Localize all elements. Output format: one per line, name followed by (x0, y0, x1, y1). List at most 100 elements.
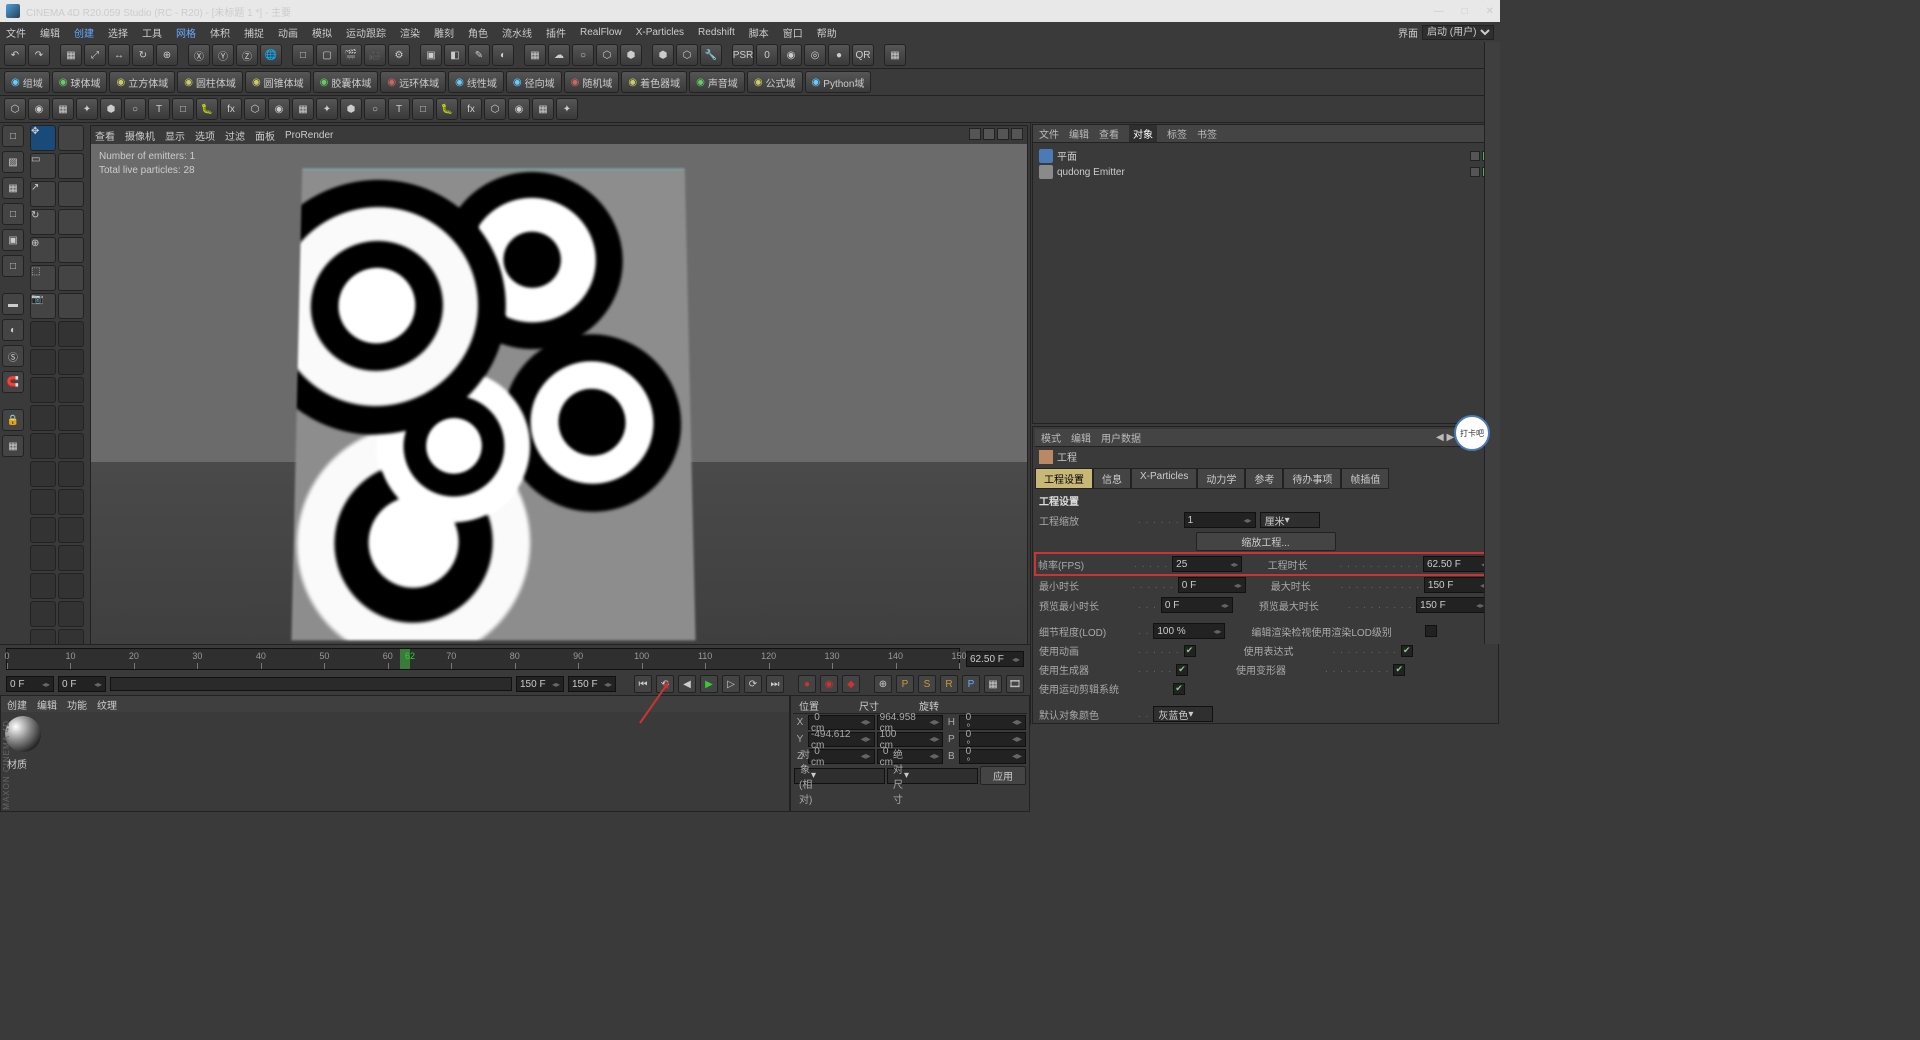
attr-menu[interactable]: 编辑 (1071, 430, 1091, 445)
obj-tab[interactable]: 编辑 (1069, 126, 1089, 141)
toolbar-icon[interactable]: 🎥 (364, 44, 386, 66)
tool-slot[interactable] (58, 573, 84, 599)
tool-button[interactable]: ↻ (30, 209, 56, 235)
tool-slot[interactable] (58, 489, 84, 515)
mode-button[interactable]: 🧲 (2, 371, 24, 393)
tool-slot[interactable] (30, 573, 56, 599)
menu-帮助[interactable]: 帮助 (817, 25, 837, 40)
clip-button[interactable]: 🎞 (1006, 675, 1024, 693)
prev-frame-button[interactable]: ◀ (678, 675, 696, 693)
toolbar-icon[interactable]: ○ (572, 44, 594, 66)
menu-窗口[interactable]: 窗口 (783, 25, 803, 40)
tool-icon[interactable]: □ (172, 98, 194, 120)
side-tabstrip[interactable] (1484, 42, 1500, 644)
toolbar-icon[interactable]: 🎬 (340, 44, 362, 66)
tool-button[interactable]: ⊕ (30, 237, 56, 263)
attr-tab[interactable]: X-Particles (1131, 468, 1197, 489)
tool-slot[interactable] (58, 461, 84, 487)
key-button[interactable]: ◆ (842, 675, 860, 693)
next-key-button[interactable]: ⟳ (744, 675, 762, 693)
tool-button-alt[interactable] (58, 293, 84, 319)
tool-button[interactable]: 📷 (30, 293, 56, 319)
tool-slot[interactable] (30, 377, 56, 403)
expr-check[interactable]: ✔ (1401, 645, 1413, 657)
tool-button-alt[interactable] (58, 265, 84, 291)
mode-button[interactable]: 🔒 (2, 409, 24, 431)
field-button[interactable]: ◉径向域 (506, 71, 562, 93)
coord-apply-button[interactable]: 应用 (980, 766, 1026, 785)
menu-文件[interactable]: 文件 (6, 25, 26, 40)
toolbar-icon[interactable]: ◧ (444, 44, 466, 66)
anim-check[interactable]: ✔ (1184, 645, 1196, 657)
field-button[interactable]: ◉着色器域 (621, 71, 687, 93)
record-button[interactable]: ● (798, 675, 816, 693)
tl-start[interactable]: 0 F◂▸ (6, 676, 54, 692)
attr-tab[interactable]: 动力学 (1197, 468, 1245, 489)
toolbar-icon[interactable]: ◉ (780, 44, 802, 66)
toolbar-icon[interactable]: ⬢ (652, 44, 674, 66)
field-button[interactable]: ◉线性域 (448, 71, 504, 93)
obj-tab[interactable]: 标签 (1167, 126, 1187, 141)
menu-雕刻[interactable]: 雕刻 (434, 25, 454, 40)
vp-tab[interactable]: 选项 (195, 128, 215, 143)
vp-tab[interactable]: 过滤 (225, 128, 245, 143)
menu-创建[interactable]: 创建 (74, 25, 94, 40)
menu-体积[interactable]: 体积 (210, 25, 230, 40)
scale-unit[interactable]: 厘米 ▾ (1260, 512, 1320, 528)
timeline-cur[interactable]: 62.50 F◂▸ (966, 651, 1024, 667)
tool-slot[interactable] (30, 349, 56, 375)
obj-tab[interactable]: 对象 (1129, 125, 1157, 142)
tool-icon[interactable]: ◉ (28, 98, 50, 120)
toolbar-icon[interactable]: □ (292, 44, 314, 66)
keysel-button[interactable]: ⊕ (874, 675, 892, 693)
toolbar-icon[interactable]: ▦ (524, 44, 546, 66)
toolbar-icon[interactable]: ⬢ (620, 44, 642, 66)
tool-slot[interactable] (30, 433, 56, 459)
toolbar-icon[interactable]: ▣ (420, 44, 442, 66)
lod-render-check[interactable] (1425, 625, 1437, 637)
tool-button-alt[interactable] (58, 181, 84, 207)
menu-RealFlow[interactable]: RealFlow (580, 27, 622, 38)
goto-end-button[interactable]: ⏭ (766, 675, 784, 693)
tool-icon[interactable]: T (388, 98, 410, 120)
tool-slot[interactable] (58, 405, 84, 431)
menu-插件[interactable]: 插件 (546, 25, 566, 40)
tool-icon[interactable]: □ (412, 98, 434, 120)
toolbar-icon[interactable]: ⬡ (676, 44, 698, 66)
tl-range-bar[interactable] (110, 677, 512, 691)
mode-button[interactable]: ◐ (2, 319, 24, 341)
tool-slot[interactable] (58, 601, 84, 627)
vp-tab[interactable]: 显示 (165, 128, 185, 143)
tool-slot[interactable] (58, 321, 84, 347)
mode-button[interactable]: ▦ (2, 435, 24, 457)
field-button[interactable]: ◉胶囊体域 (313, 71, 379, 93)
toolbar-icon[interactable]: ↷ (28, 44, 50, 66)
field-button[interactable]: ◉圆柱体域 (177, 71, 243, 93)
duration-input[interactable]: 62.50 F◂▸ (1423, 556, 1493, 572)
mode-button[interactable]: ▬ (2, 293, 24, 315)
menu-X-Particles[interactable]: X-Particles (636, 27, 684, 38)
tool-icon[interactable]: ▦ (532, 98, 554, 120)
field-button[interactable]: ◉组域 (4, 71, 50, 93)
min-input[interactable]: 0 F◂▸ (1178, 577, 1246, 593)
toolbar-icon[interactable]: ⚙ (388, 44, 410, 66)
tool-slot[interactable] (30, 517, 56, 543)
next-frame-button[interactable]: ▷ (722, 675, 740, 693)
fps-input[interactable]: 25◂▸ (1172, 556, 1242, 572)
scale-input[interactable]: 1◂▸ (1184, 512, 1256, 528)
toolbar-icon[interactable]: 🌐 (260, 44, 282, 66)
tool-slot[interactable] (30, 601, 56, 627)
timeline-ruler[interactable]: 010203040506070809010011012013014015062 (6, 648, 960, 670)
field-button[interactable]: ◉球体域 (52, 71, 108, 93)
def-check[interactable]: ✔ (1393, 664, 1405, 676)
minimize-button[interactable]: — (1434, 6, 1444, 17)
layout-select[interactable]: 启动 (用户) (1422, 25, 1494, 40)
mat-tab[interactable]: 编辑 (37, 697, 57, 712)
tool-icon[interactable]: ▦ (52, 98, 74, 120)
lod-input[interactable]: 100 %◂▸ (1153, 623, 1225, 639)
tool-slot[interactable] (30, 405, 56, 431)
toolbar-icon[interactable]: ◎ (804, 44, 826, 66)
tool-icon[interactable]: 🐛 (436, 98, 458, 120)
attr-menu[interactable]: 用户数据 (1101, 430, 1141, 445)
tool-slot[interactable] (30, 321, 56, 347)
